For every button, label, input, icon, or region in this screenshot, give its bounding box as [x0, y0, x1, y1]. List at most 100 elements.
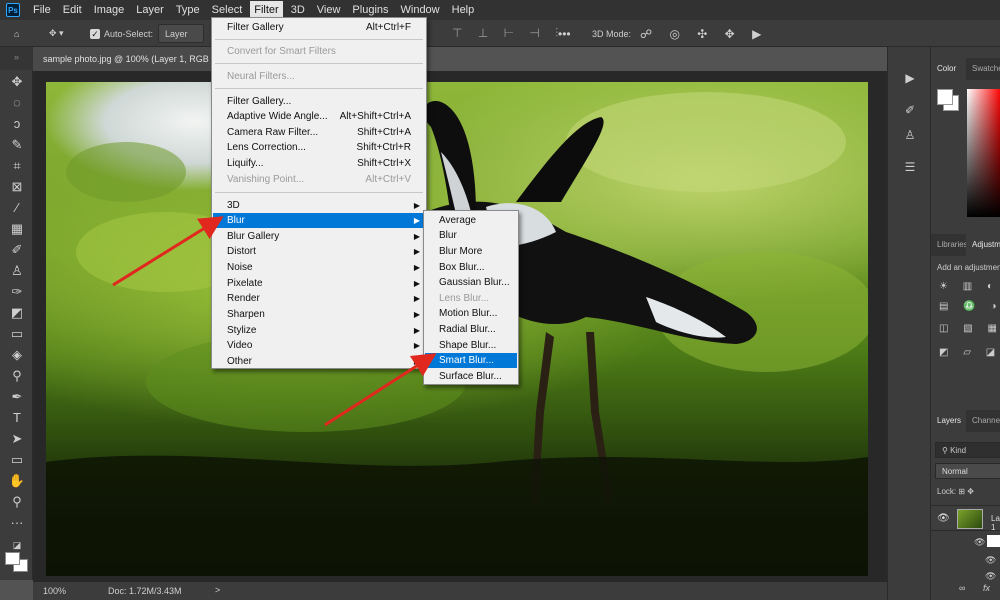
layer-kind-filter[interactable]: ⚲ Kind [935, 442, 1000, 458]
clone-stamp-tool-icon[interactable]: ♙ [7, 262, 27, 280]
blur-tool-icon[interactable]: ◈ [7, 346, 27, 364]
color-swatches[interactable] [5, 552, 29, 572]
menu-item-vanishing-point[interactable]: Vanishing Point... Alt+Ctrl+V [213, 172, 425, 187]
blur-item-blur[interactable]: Blur [425, 228, 517, 243]
color-field[interactable] [967, 89, 1000, 217]
foreground-color-swatch[interactable] [5, 552, 20, 565]
move-tool-icon[interactable]: ✥ [7, 73, 27, 91]
path-selection-tool-icon[interactable]: ➤ [7, 430, 27, 448]
auto-select-checkbox[interactable]: ✓ [90, 29, 100, 39]
marquee-tool-icon[interactable]: ◌ [7, 94, 27, 112]
eyedropper-tool-icon[interactable]: ⁄ [7, 199, 27, 217]
blur-item-gaussian-blur[interactable]: Gaussian Blur... [425, 275, 517, 290]
layer-visibility-eye-icon[interactable]: 👁 [937, 513, 950, 524]
menu-help[interactable]: Help [448, 1, 479, 19]
menu-item-3d[interactable]: 3D ▶ [213, 198, 425, 213]
brush-tool-icon[interactable]: ✐ [7, 241, 27, 259]
layer-name[interactable]: Layer 1 [991, 514, 1000, 532]
menu-item-filter-gallery[interactable]: Filter Gallery... [213, 94, 425, 109]
tab-libraries[interactable]: Libraries [931, 234, 966, 256]
adjustment-icons-row-2[interactable]: ▤ ♎ ◑ [939, 301, 1000, 312]
smart-filter-eye-icon[interactable]: 👁 [974, 537, 985, 548]
menu-item-distort[interactable]: Distort ▶ [213, 244, 425, 259]
zoom-tool-icon[interactable]: ⚲ [7, 493, 27, 511]
menu-item-render[interactable]: Render ▶ [213, 291, 425, 306]
menu-item-stylize[interactable]: Stylize ▶ [213, 323, 425, 338]
blur-item-radial-blur[interactable]: Radial Blur... [425, 322, 517, 337]
move-tool-preset-icon[interactable]: ✥ ▾ [49, 24, 75, 43]
menu-item-blur[interactable]: Blur ▶ [213, 213, 425, 228]
blend-mode-dropdown[interactable]: Normal [935, 463, 1000, 479]
hand-tool-icon[interactable]: ✋ [7, 472, 27, 490]
status-menu-arrow[interactable]: > [215, 585, 220, 595]
layer-row[interactable]: 👁 Layer 1 [931, 505, 1000, 532]
align-icons[interactable]: ⊤ ⊥ ⊢ ⊣ ⫶ [452, 24, 564, 43]
menu-item-pixelate[interactable]: Pixelate ▶ [213, 276, 425, 291]
dodge-tool-icon[interactable]: ⚲ [7, 367, 27, 385]
blur-item-box-blur[interactable]: Box Blur... [425, 260, 517, 275]
menu-item-filter-gallery-last[interactable]: Filter Gallery Alt+Ctrl+F [213, 20, 425, 35]
rectangle-tool-icon[interactable]: ▭ [7, 451, 27, 469]
history-brush-tool-icon[interactable]: ✑ [7, 283, 27, 301]
tab-color[interactable]: Color [931, 58, 966, 80]
smart-filter-mask-thumbnail[interactable] [987, 535, 1000, 547]
adjustment-icons-row-3[interactable]: ◫ ▧ ▦ [939, 323, 1000, 334]
menu-file[interactable]: File [29, 1, 55, 19]
layer-thumbnail[interactable] [957, 509, 983, 529]
tab-channels[interactable]: Channels [966, 410, 1000, 432]
blur-item-shape-blur[interactable]: Shape Blur... [425, 338, 517, 353]
clone-source-icon[interactable]: ♙ [902, 127, 918, 143]
menu-item-camera-raw-filter[interactable]: Camera Raw Filter... Shift+Ctrl+A [213, 125, 425, 140]
menu-item-other[interactable]: Other ▶ [213, 354, 425, 369]
blur-item-smart-blur[interactable]: Smart Blur... [425, 353, 517, 368]
toolbar-collapse-grip[interactable]: » [0, 47, 33, 70]
eraser-tool-icon[interactable]: ◩ [7, 304, 27, 322]
layer-effects-fx-icon[interactable]: fx [983, 583, 990, 593]
menu-item-convert-smart-filters[interactable]: Convert for Smart Filters [213, 44, 425, 59]
color-panel-tabs: Color Swatches [931, 58, 1000, 80]
quick-select-tool-icon[interactable]: ✎ [7, 136, 27, 154]
menu-item-noise[interactable]: Noise ▶ [213, 260, 425, 275]
menu-edit[interactable]: Edit [59, 1, 86, 19]
filter-effect-eye-icon-2[interactable]: 👁 [985, 571, 996, 582]
panel-foreground-swatch[interactable] [937, 89, 953, 105]
blur-item-average[interactable]: Average [425, 213, 517, 228]
blur-item-blur-more[interactable]: Blur More [425, 244, 517, 259]
blur-item-motion-blur[interactable]: Motion Blur... [425, 306, 517, 321]
healing-brush-tool-icon[interactable]: ▦ [7, 220, 27, 238]
zoom-level[interactable]: 100% [43, 586, 66, 596]
brush-settings-icon[interactable]: ✐ [902, 102, 918, 118]
3d-mode-icons[interactable]: ☍ ◎ ✣ ✥ ▶ [640, 24, 768, 43]
blur-item-surface-blur[interactable]: Surface Blur... [425, 369, 517, 384]
edit-toolbar-icon[interactable]: ··· [7, 514, 27, 532]
frame-tool-icon[interactable]: ⊠ [7, 178, 27, 196]
type-tool-icon[interactable]: T [7, 409, 27, 427]
menu-item-video[interactable]: Video ▶ [213, 338, 425, 353]
adjustment-icons-row-1[interactable]: ☀ ▥ ◐ [939, 281, 999, 292]
auto-select-target-dropdown[interactable]: Layer [158, 24, 204, 43]
tab-swatches[interactable]: Swatches [966, 58, 1000, 80]
properties-icon[interactable]: ☰ [902, 159, 918, 175]
menu-item-sharpen[interactable]: Sharpen ▶ [213, 307, 425, 322]
menu-item-liquify[interactable]: Liquify... Shift+Ctrl+X [213, 156, 425, 171]
menu-image[interactable]: Image [90, 1, 129, 19]
menu-type[interactable]: Type [172, 1, 204, 19]
menu-item-lens-correction[interactable]: Lens Correction... Shift+Ctrl+R [213, 140, 425, 155]
gradient-tool-icon[interactable]: ▭ [7, 325, 27, 343]
tab-adjustments[interactable]: Adjustments [966, 234, 1000, 256]
home-icon[interactable]: ⌂ [14, 24, 32, 43]
filter-effect-eye-icon[interactable]: 👁 [985, 555, 996, 566]
tab-layers[interactable]: Layers [931, 410, 966, 432]
lasso-tool-icon[interactable]: ↄ [7, 115, 27, 133]
adjustment-icons-row-4[interactable]: ◩ ▱ ◪ [939, 347, 1000, 358]
more-options-icon[interactable]: ••• [558, 24, 571, 43]
menu-layer[interactable]: Layer [132, 1, 168, 19]
menu-item-neural-filters[interactable]: Neural Filters... [213, 69, 425, 84]
menu-item-adaptive-wide-angle[interactable]: Adaptive Wide Angle... Alt+Shift+Ctrl+A [213, 109, 425, 124]
play-actions-icon[interactable]: ▶ [902, 70, 918, 86]
link-layers-icon[interactable]: ∞ [959, 583, 965, 593]
crop-tool-icon[interactable]: ⌗ [7, 157, 27, 175]
pen-tool-icon[interactable]: ✒ [7, 388, 27, 406]
blur-item-lens-blur[interactable]: Lens Blur... [425, 291, 517, 306]
menu-item-blur-gallery[interactable]: Blur Gallery ▶ [213, 229, 425, 244]
